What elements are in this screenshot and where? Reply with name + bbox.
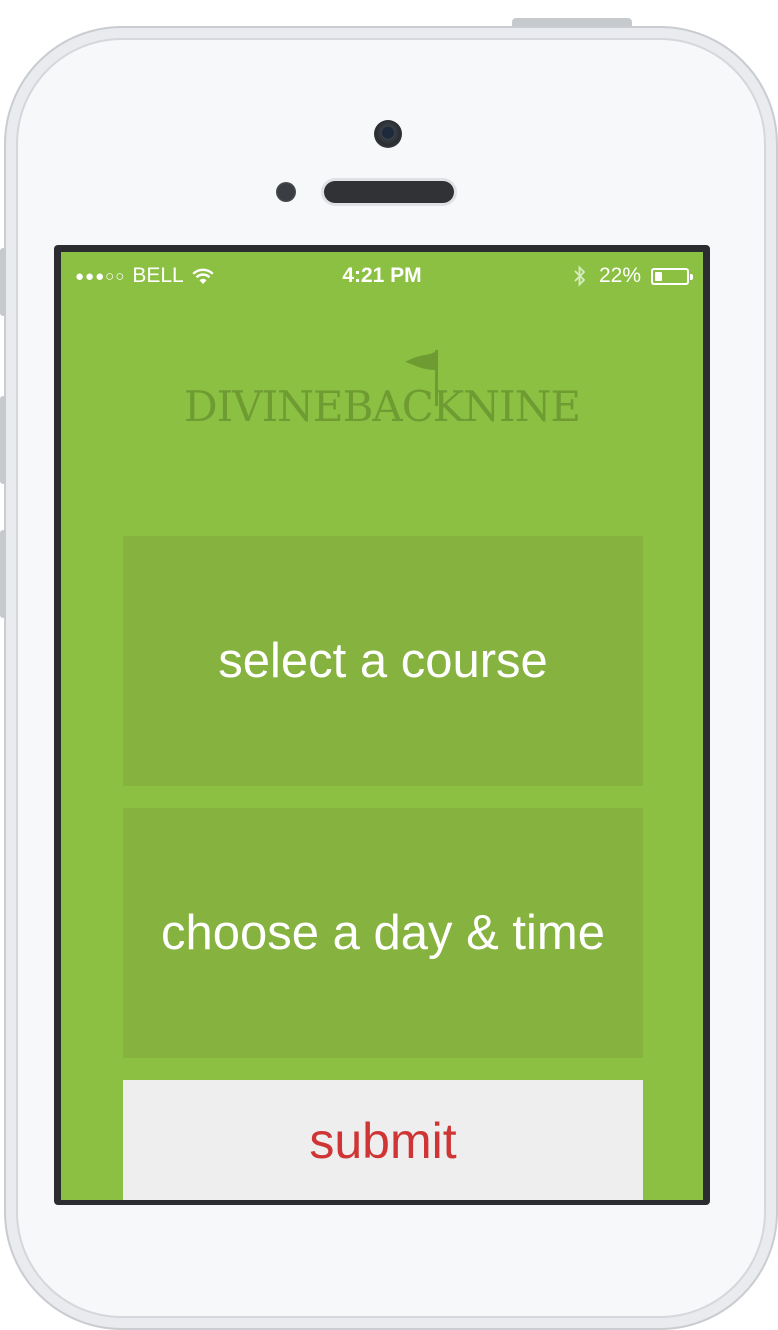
mute-switch (0, 248, 6, 316)
status-bar: ●●●○○ BELL 4:21 PM 22% (61, 252, 703, 298)
submit-button[interactable]: submit (123, 1080, 643, 1200)
choose-day-time-label: choose a day & time (161, 906, 605, 960)
logo-wordmark: DIVINEBACKNINE (183, 382, 581, 431)
submit-label: submit (309, 1113, 457, 1169)
volume-up-button (0, 396, 6, 484)
front-camera (374, 120, 402, 148)
select-course-label: select a course (218, 634, 548, 688)
app-logo: DIVINEBACKNINE (61, 348, 703, 438)
power-button (512, 18, 632, 26)
battery-percentage: 22% (598, 264, 641, 287)
battery-icon (651, 267, 693, 285)
app-screen: ●●●○○ BELL 4:21 PM 22% DIVINEBACKNINE se… (61, 252, 703, 1200)
choose-day-time-button[interactable]: choose a day & time (123, 808, 643, 1058)
volume-down-button (0, 530, 6, 618)
bluetooth-icon (574, 265, 586, 287)
proximity-sensor (276, 182, 296, 202)
earpiece-speaker (324, 181, 454, 203)
battery-level (655, 271, 662, 281)
select-course-button[interactable]: select a course (123, 536, 643, 786)
